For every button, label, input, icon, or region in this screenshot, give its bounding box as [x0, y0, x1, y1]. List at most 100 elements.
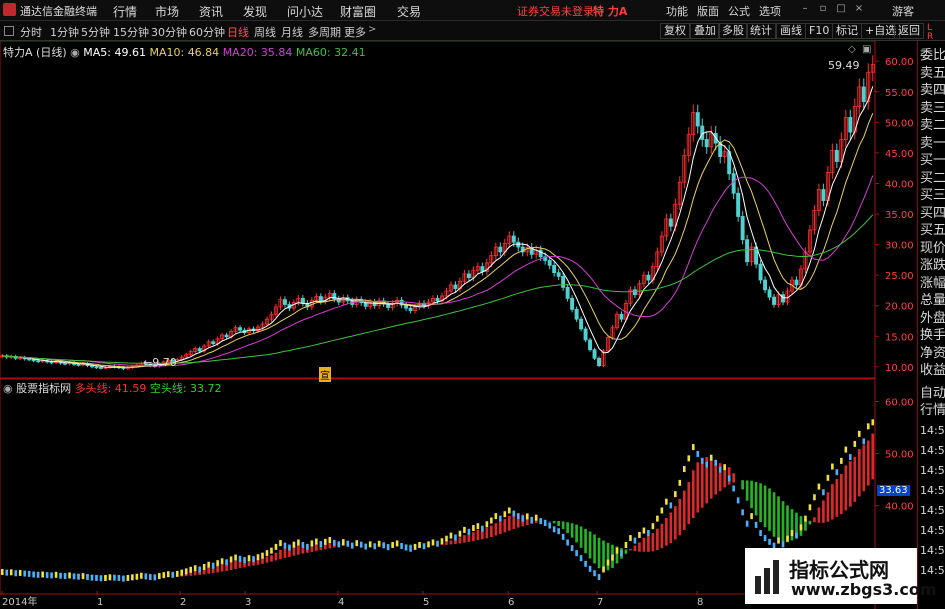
- menu-function[interactable]: 功能: [666, 3, 688, 19]
- sub-signal-mark: [382, 542, 385, 549]
- sidebar-item[interactable]: 换手: [920, 327, 945, 344]
- maximize-icon[interactable]: □: [836, 4, 846, 14]
- period-daily[interactable]: 日线: [227, 24, 249, 40]
- period-weekly[interactable]: 周线: [254, 24, 276, 40]
- sidebar-item[interactable]: 委比: [920, 47, 945, 64]
- sub-signal-mark: [826, 474, 830, 481]
- layout-icon[interactable]: [4, 26, 14, 36]
- kline-chart[interactable]: 60.00 55.00 50.00 45.00 40.00 35.00 30.00 25.00…: [0, 41, 945, 609]
- ma20-line: [2, 175, 874, 367]
- menu-trade[interactable]: 交易: [397, 3, 421, 20]
- period-more[interactable]: 更多: [344, 24, 366, 40]
- sub-signal-mark: [552, 526, 556, 533]
- sub-signal-mark: [364, 543, 368, 550]
- login-warning[interactable]: 证券交易未登录: [517, 3, 594, 19]
- sub-signal-mark: [543, 520, 547, 527]
- candle-body: [668, 218, 673, 227]
- candle-body: [731, 173, 736, 194]
- sidebar-item[interactable]: 卖四: [920, 82, 945, 99]
- stats-button[interactable]: 统计: [746, 23, 776, 39]
- sidebar-item[interactable]: 买三: [920, 187, 945, 204]
- menu-layout[interactable]: 版面: [697, 3, 719, 19]
- draw-button[interactable]: 画线: [776, 23, 806, 39]
- sidebar-item[interactable]: 买二: [920, 170, 945, 187]
- f10-button[interactable]: F10: [805, 23, 834, 39]
- sidebar-tab-auto[interactable]: 自动: [920, 385, 945, 402]
- menu-wealth[interactable]: 财富圈: [340, 3, 376, 20]
- chevron-right-icon[interactable]: >: [368, 24, 376, 35]
- period-1min[interactable]: 1分钟: [50, 24, 79, 40]
- sidebar-tag-r[interactable]: R: [927, 32, 933, 42]
- multi-stock-button[interactable]: 多股: [718, 23, 748, 39]
- sub-signal-mark: [306, 543, 309, 550]
- sidebar-item[interactable]: 现价: [920, 240, 945, 257]
- menu-news[interactable]: 资讯: [199, 3, 223, 20]
- period-monthly[interactable]: 月线: [281, 24, 303, 40]
- sub-info-icon[interactable]: ◉: [3, 382, 13, 395]
- menu-market[interactable]: 市场: [155, 3, 179, 20]
- menu-options[interactable]: 选项: [759, 3, 781, 19]
- menu-xiaoda[interactable]: 问小达: [287, 3, 323, 20]
- period-15min[interactable]: 15分钟: [113, 24, 149, 40]
- sub-signal-mark: [18, 569, 22, 576]
- sub-tick-label: 50.00: [885, 450, 914, 461]
- sidebar-item[interactable]: 外盘: [920, 310, 945, 327]
- close-icon[interactable]: ×: [854, 4, 864, 14]
- sub-signal-mark: [337, 541, 341, 548]
- candle-body: [453, 284, 458, 289]
- mark-button[interactable]: 标记: [832, 23, 862, 39]
- restore-icon[interactable]: ▫: [818, 4, 828, 14]
- sidebar-item[interactable]: 买五: [920, 222, 945, 239]
- sub-signal-mark: [831, 463, 834, 470]
- info-icon[interactable]: ◉: [70, 46, 80, 59]
- period-timeshare[interactable]: 分时: [20, 24, 42, 40]
- sidebar-item[interactable]: 卖五: [920, 65, 945, 82]
- event-marker[interactable]: 宣: [319, 367, 331, 382]
- adjust-button[interactable]: 复权: [660, 23, 690, 39]
- sub-signal-mark: [14, 570, 18, 577]
- broker-label[interactable]: 游客: [892, 3, 914, 19]
- sub-signal-mark: [86, 574, 89, 581]
- sidebar-item[interactable]: 买四: [920, 205, 945, 222]
- menu-quotes[interactable]: 行情: [113, 3, 137, 20]
- x-axis-label: 4: [338, 597, 344, 608]
- indicator-name: 股票指标网: [16, 382, 72, 395]
- low-price-annotation: ←9.70: [143, 356, 177, 369]
- sidebar-item[interactable]: 涨跌: [920, 257, 945, 274]
- menu-discover[interactable]: 发现: [243, 3, 267, 20]
- sub-signal-mark: [252, 556, 255, 563]
- period-30min[interactable]: 30分钟: [151, 24, 187, 40]
- sub-signal-mark: [292, 541, 296, 548]
- sub-signal-mark: [220, 558, 224, 565]
- minimize-icon[interactable]: –: [800, 4, 810, 14]
- menu-formula[interactable]: 公式: [728, 3, 750, 19]
- x-axis-label: 2014年: [2, 595, 37, 608]
- sub-signal-mark: [72, 573, 76, 580]
- sidebar-item[interactable]: 涨幅: [920, 275, 945, 292]
- overlay-button[interactable]: 叠加: [690, 23, 720, 39]
- candle-body: [848, 117, 853, 133]
- sub-signal-mark: [736, 497, 740, 504]
- sidebar-tab-quotes[interactable]: 行情: [920, 402, 945, 419]
- sidebar-item[interactable]: 卖三: [920, 100, 945, 117]
- app-name: 通达信金融终端: [20, 5, 97, 18]
- sub-signal-mark: [570, 545, 574, 552]
- kline-chart-area[interactable]: 60.00 55.00 50.00 45.00 40.00 35.00 30.00 25.00…: [0, 41, 945, 609]
- candle-body: [282, 299, 287, 305]
- sidebar-item[interactable]: 卖一: [920, 135, 945, 152]
- candle-body: [718, 142, 723, 157]
- sub-signal-mark: [862, 438, 866, 445]
- sidebar-item[interactable]: 总量: [920, 292, 945, 309]
- sidebar-item[interactable]: 净资: [920, 345, 945, 362]
- sidebar-item[interactable]: 卖二: [920, 117, 945, 134]
- period-60min[interactable]: 60分钟: [189, 24, 225, 40]
- back-button[interactable]: 返回: [894, 23, 924, 39]
- settings-icon[interactable]: ▣: [862, 44, 871, 55]
- sidebar-item[interactable]: 收益: [920, 362, 945, 379]
- period-5min[interactable]: 5分钟: [81, 24, 110, 40]
- period-multi[interactable]: 多周期: [308, 24, 341, 40]
- sidebar-item[interactable]: 买一: [920, 152, 945, 169]
- candle-body: [588, 339, 593, 351]
- candle-body: [94, 366, 99, 369]
- expand-icon[interactable]: ◇: [848, 44, 856, 55]
